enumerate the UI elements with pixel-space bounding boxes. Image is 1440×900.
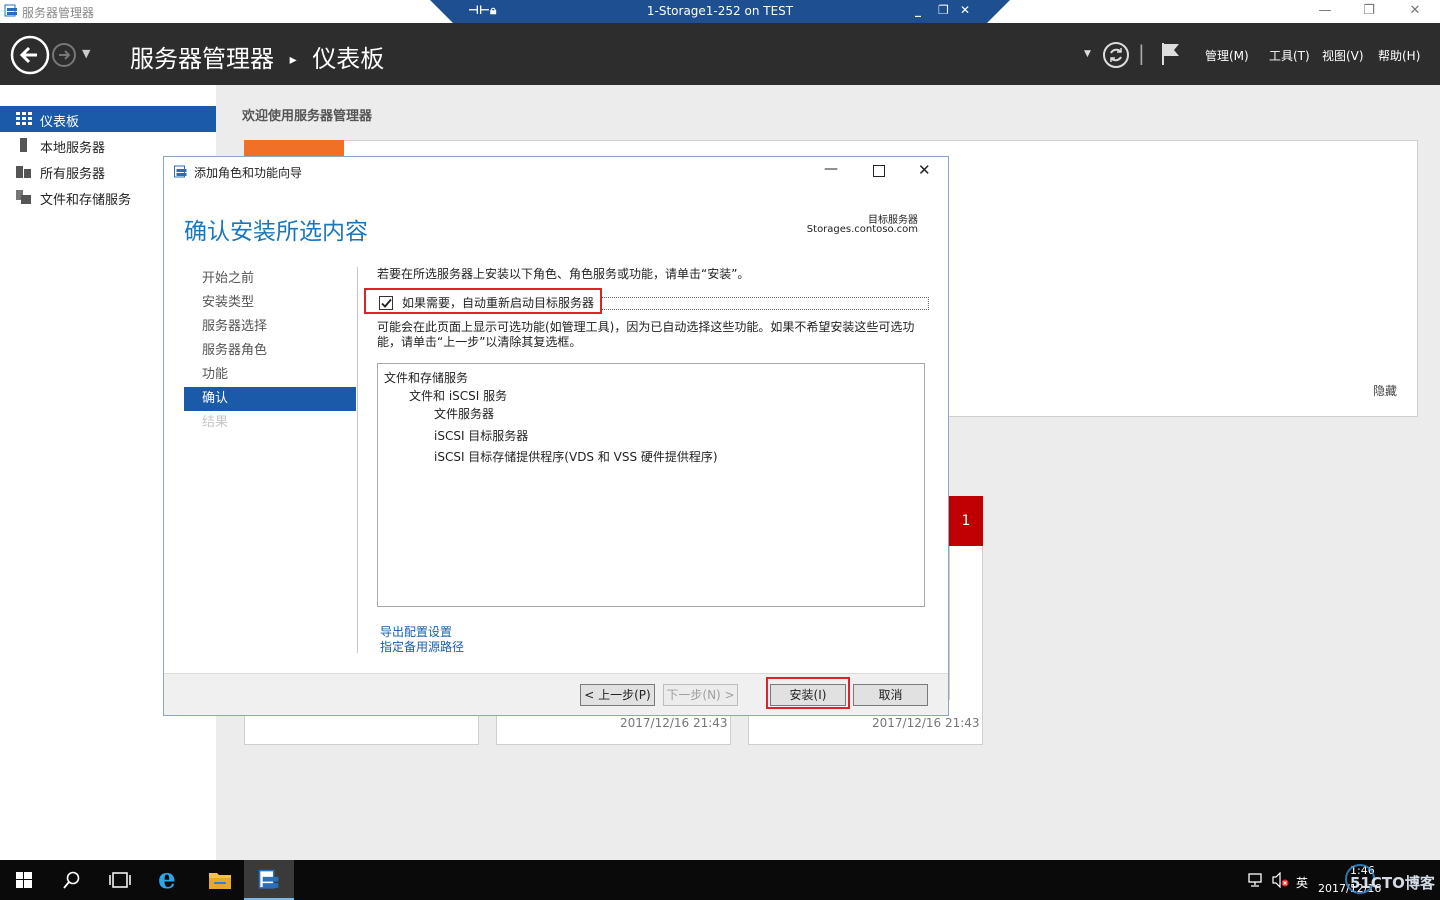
rdp-minimize-icon[interactable]: _ xyxy=(915,3,921,17)
wizard-icon xyxy=(174,165,187,178)
search-icon xyxy=(63,871,80,889)
optional-features-note: 能，请单击“上一步”以清除其复选框。 xyxy=(377,335,582,349)
welcome-title: 欢迎使用服务器管理器 xyxy=(242,109,373,124)
back-icon[interactable] xyxy=(10,35,50,75)
wizard-step-server-selection[interactable]: 服务器选择 xyxy=(184,315,356,339)
start-button[interactable] xyxy=(0,860,48,900)
wizard-step-results: 结果 xyxy=(202,415,229,430)
refresh-icon[interactable] xyxy=(1102,41,1130,69)
watermark: 51CTO博客 xyxy=(1340,855,1440,900)
dialog-heading: 确认安装所选内容 xyxy=(184,219,368,245)
taskbar-ie[interactable]: e xyxy=(146,860,194,900)
header-divider: | xyxy=(1138,41,1145,65)
task-view-icon xyxy=(109,872,131,888)
tile-timestamp: 2017/12/16 21:43 xyxy=(620,716,728,730)
notifications-dropdown-icon[interactable]: ▼ xyxy=(1084,49,1091,59)
hide-link[interactable]: 隐藏 xyxy=(1373,382,1397,399)
storage-icon xyxy=(16,190,31,204)
steps-divider xyxy=(357,267,358,653)
target-server-value: Storages.contoso.com xyxy=(806,224,918,235)
sidebar-item-label: 仪表板 xyxy=(40,115,80,130)
rdp-restore-icon[interactable]: ❐ xyxy=(938,3,949,17)
rdp-title: 1-Storage1-252 on TEST xyxy=(646,4,794,18)
instruction-text: 若要在所选服务器上安装以下角色、角色服务或功能，请单击“安装”。 xyxy=(377,267,750,281)
list-item: 文件和存储服务 xyxy=(384,371,469,385)
menu-manage[interactable]: 管理(M) xyxy=(1205,47,1249,64)
cancel-button[interactable]: 取消 xyxy=(853,684,928,706)
folder-icon xyxy=(209,873,231,889)
rdp-connection-bar: ⊣⊢ 🔒︎ 1-Storage1-252 on TEST _ ❐ ✕ xyxy=(430,0,1010,24)
network-icon[interactable] xyxy=(1248,873,1264,887)
wizard-step-server-roles[interactable]: 服务器角色 xyxy=(184,339,356,363)
restore-button[interactable]: ❐ xyxy=(1354,2,1384,20)
server-manager-icon xyxy=(4,4,17,17)
previous-button[interactable]: < 上一步(P) xyxy=(580,684,655,706)
sidebar-item-dashboard[interactable]: 仪表板 xyxy=(0,106,216,132)
window-title: 服务器管理器 xyxy=(22,6,95,20)
minimize-button[interactable]: — xyxy=(1310,2,1340,20)
app-header: ▼ 服务器管理器 ▸ 仪表板 ▼ | 管理(M) 工具(T) 视图(V) 帮助(… xyxy=(0,23,1440,85)
restart-checkbox[interactable] xyxy=(379,296,393,310)
ime-indicator[interactable]: 英 xyxy=(1296,874,1308,891)
menu-help[interactable]: 帮助(H) xyxy=(1378,47,1420,64)
volume-muted-icon[interactable] xyxy=(1272,872,1290,888)
sidebar-item-local-server[interactable]: 本地服务器 xyxy=(0,132,216,158)
list-item: iSCSI 目标服务器 xyxy=(434,429,529,443)
selected-features-list[interactable]: 文件和存储服务 文件和 iSCSI 服务 文件服务器 iSCSI 目标服务器 i… xyxy=(377,363,925,607)
wizard-step-confirmation[interactable]: 确认 xyxy=(184,387,356,411)
sidebar-item-label: 本地服务器 xyxy=(40,141,106,156)
focus-outline xyxy=(601,297,929,310)
server-manager-icon xyxy=(258,869,279,889)
menu-tools[interactable]: 工具(T) xyxy=(1269,47,1310,64)
list-item: iSCSI 目标存储提供程序(VDS 和 VSS 硬件提供程序) xyxy=(434,450,718,464)
wizard-step-before-you-begin[interactable]: 开始之前 xyxy=(184,267,356,291)
dialog-title: 添加角色和功能向导 xyxy=(194,166,303,180)
dialog-minimize-button[interactable]: — xyxy=(824,161,838,177)
sidebar-item-label: 所有服务器 xyxy=(40,167,106,182)
windows-icon xyxy=(16,872,32,888)
restart-checkbox-label[interactable]: 如果需要，自动重新启动目标服务器 xyxy=(402,294,594,311)
tile-timestamp: 2017/12/16 21:43 xyxy=(872,716,980,730)
next-button: 下一步(N) > xyxy=(663,684,738,706)
search-button[interactable] xyxy=(48,860,96,900)
task-view-button[interactable] xyxy=(96,860,144,900)
taskbar: e xyxy=(0,860,1440,900)
page-title: 服务器管理器 ▸ 仪表板 xyxy=(130,45,385,73)
add-roles-wizard-dialog: 添加角色和功能向导 — ✕ 确认安装所选内容 目标服务器 Storages.co… xyxy=(163,156,949,716)
install-button[interactable]: 安装(I) xyxy=(770,684,846,706)
alert-count-badge[interactable]: 1 xyxy=(949,496,983,546)
forward-icon[interactable] xyxy=(52,43,76,67)
internet-explorer-icon: e xyxy=(158,862,176,895)
server-icon xyxy=(20,138,27,152)
taskbar-file-explorer[interactable] xyxy=(196,860,244,900)
taskbar-server-manager[interactable] xyxy=(244,860,294,900)
dialog-close-button[interactable]: ✕ xyxy=(918,161,931,179)
history-dropdown-icon[interactable]: ▼ xyxy=(82,47,90,60)
dialog-maximize-button[interactable] xyxy=(873,165,885,177)
dashboard-icon xyxy=(16,112,32,125)
list-item: 文件和 iSCSI 服务 xyxy=(409,389,508,403)
wizard-step-features[interactable]: 功能 xyxy=(184,363,356,387)
list-item: 文件服务器 xyxy=(434,407,495,421)
dialog-titlebar: 添加角色和功能向导 — ✕ xyxy=(164,157,948,187)
close-button[interactable]: ✕ xyxy=(1400,2,1430,20)
flag-icon[interactable] xyxy=(1160,41,1182,67)
wizard-step-installation-type[interactable]: 安装类型 xyxy=(184,291,356,315)
rdp-close-icon[interactable]: ✕ xyxy=(960,3,970,17)
servers-icon xyxy=(16,166,31,178)
checkmark-icon xyxy=(381,298,392,308)
sidebar-item-label: 文件和存储服务 xyxy=(40,193,132,208)
alternate-source-link[interactable]: 指定备用源路径 xyxy=(380,638,464,655)
menu-view[interactable]: 视图(V) xyxy=(1322,47,1364,64)
